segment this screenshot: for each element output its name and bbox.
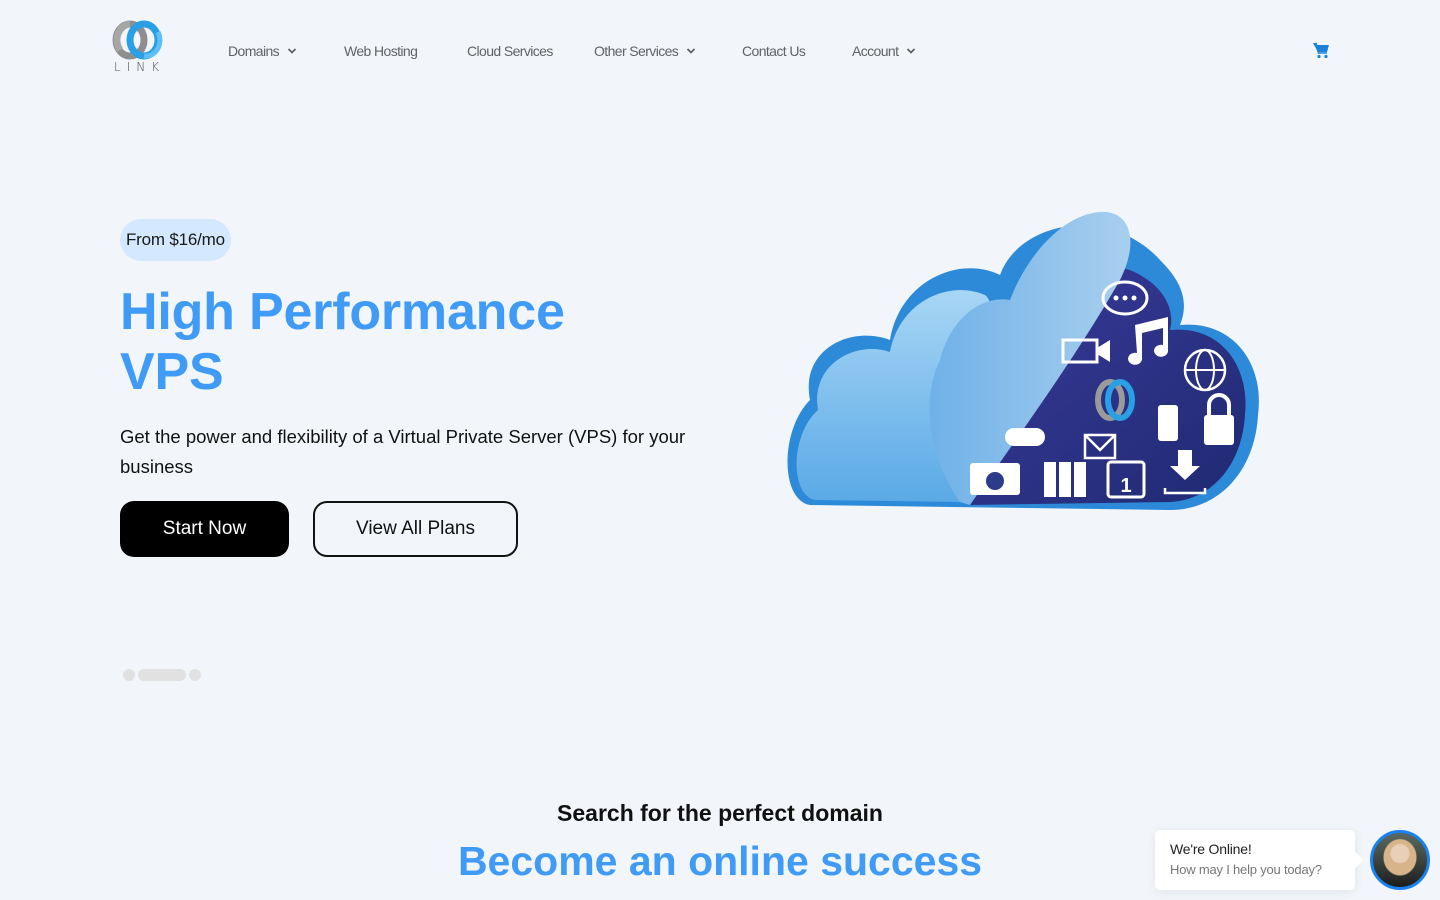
price-badge: From $16/mo	[120, 219, 231, 261]
svg-text:1: 1	[1120, 475, 1131, 497]
nav-label: Other Services	[594, 43, 679, 59]
nav-label: Cloud Services	[467, 43, 553, 59]
cart-button[interactable]	[1311, 40, 1331, 60]
hero-description: Get the power and flexibility of a Virtu…	[120, 426, 686, 477]
chevron-down-icon	[687, 48, 696, 54]
nav-item-contact-us[interactable]: Contact Us	[742, 40, 806, 62]
slider-dot[interactable]	[189, 669, 201, 681]
hero-title: High Performance VPS	[120, 282, 720, 402]
slider-dot[interactable]	[123, 669, 135, 681]
slider-pagination	[123, 669, 201, 681]
nav-item-cloud-services[interactable]: Cloud Services	[467, 40, 553, 62]
domain-section-subtitle: Search for the perfect domain	[557, 800, 883, 826]
view-all-plans-button[interactable]: View All Plans	[313, 501, 518, 557]
slider-dot-active[interactable]	[138, 669, 186, 681]
nav-item-account[interactable]: Account	[852, 40, 916, 62]
site-header: LINK Domains Web Hosting Cloud Services …	[0, 0, 1440, 100]
support-agent-avatar[interactable]	[1370, 830, 1430, 890]
cloud-services-illustration: 1	[780, 200, 1270, 520]
logo-text: LINK	[114, 60, 166, 74]
nav-item-other-services[interactable]: Other Services	[594, 40, 696, 62]
hero-title-line-1: High Performance	[120, 283, 565, 341]
chat-message: How may I help you today?	[1170, 862, 1322, 877]
logo-rings-icon	[112, 20, 163, 60]
nav-item-web-hosting[interactable]: Web Hosting	[344, 40, 418, 62]
nav-label: Contact Us	[742, 43, 806, 59]
chat-widget-bubble[interactable]: We're Online! How may I help you today?	[1155, 830, 1355, 890]
chevron-down-icon	[907, 48, 916, 54]
nav-label: Domains	[228, 43, 280, 59]
nav-item-domains[interactable]: Domains	[228, 40, 297, 62]
chevron-down-icon	[287, 48, 297, 54]
nav-label: Account	[852, 43, 899, 59]
start-now-button[interactable]: Start Now	[120, 501, 289, 557]
hero-title-line-2: VPS	[120, 343, 224, 401]
nav-label: Web Hosting	[344, 43, 418, 59]
shopping-cart-icon	[1313, 42, 1329, 59]
chat-title: We're Online!	[1170, 841, 1252, 857]
